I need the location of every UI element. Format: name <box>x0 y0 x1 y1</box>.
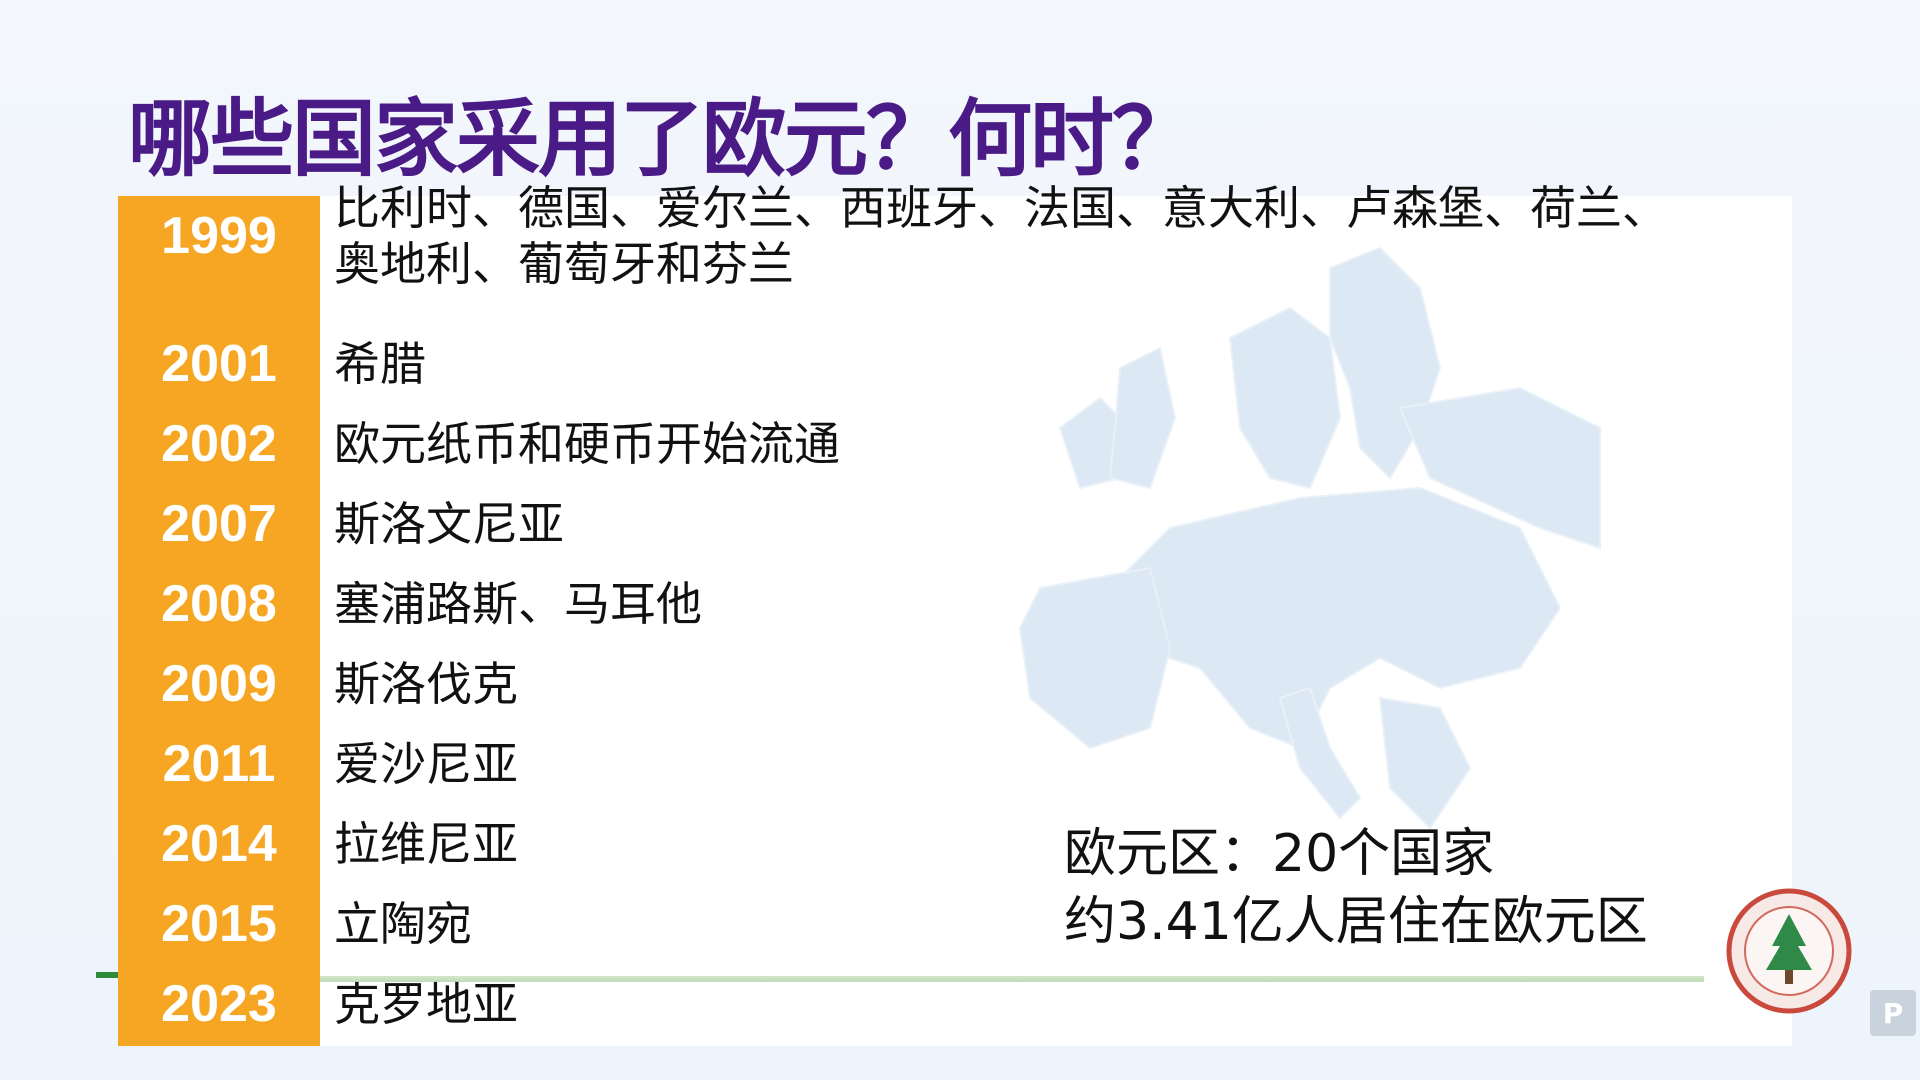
year-label: 2015 <box>161 895 277 953</box>
footer-divider <box>320 976 1704 982</box>
countries-text: 爱沙尼亚 <box>334 737 518 791</box>
year-label: 2011 <box>162 735 276 793</box>
university-emblem-icon <box>1726 888 1852 1014</box>
year-label: 2014 <box>161 815 277 873</box>
app-badge-icon[interactable]: P <box>1870 990 1916 1036</box>
summary-line-2: 约3.41亿人居住在欧元区 <box>1064 892 1648 952</box>
countries-text: 欧元纸币和硬币开始流通 <box>334 417 840 471</box>
countries-text: 比利时、德国、爱尔兰、西班牙、法国、意大利、卢森堡、荷兰、 奥地利、葡萄牙和芬兰 <box>334 176 1734 296</box>
countries-line-1: 比利时、德国、爱尔兰、西班牙、法国、意大利、卢森堡、荷兰、 <box>334 181 1668 235</box>
year-label: 2002 <box>161 415 277 473</box>
countries-text: 斯洛伐克 <box>334 657 518 711</box>
summary-line-1: 欧元区：20个国家 <box>1064 824 1495 884</box>
year-label: 2009 <box>161 655 277 713</box>
year-label: 2007 <box>161 495 277 553</box>
countries-text: 塞浦路斯、马耳他 <box>334 577 702 631</box>
year-label: 2008 <box>161 575 277 633</box>
footer-divider-stub <box>96 972 118 978</box>
year-label: 2023 <box>161 975 277 1033</box>
eurozone-summary: 欧元区：20个国家 约3.41亿人居住在欧元区 <box>1064 820 1648 956</box>
year-label: 2001 <box>161 335 277 393</box>
countries-line-2: 奥地利、葡萄牙和芬兰 <box>334 237 794 291</box>
countries-text: 斯洛文尼亚 <box>334 497 564 551</box>
countries-text: 希腊 <box>334 337 426 391</box>
year-label: 1999 <box>161 207 277 265</box>
slide-title: 哪些国家采用了欧元？何时？ <box>128 90 1196 188</box>
